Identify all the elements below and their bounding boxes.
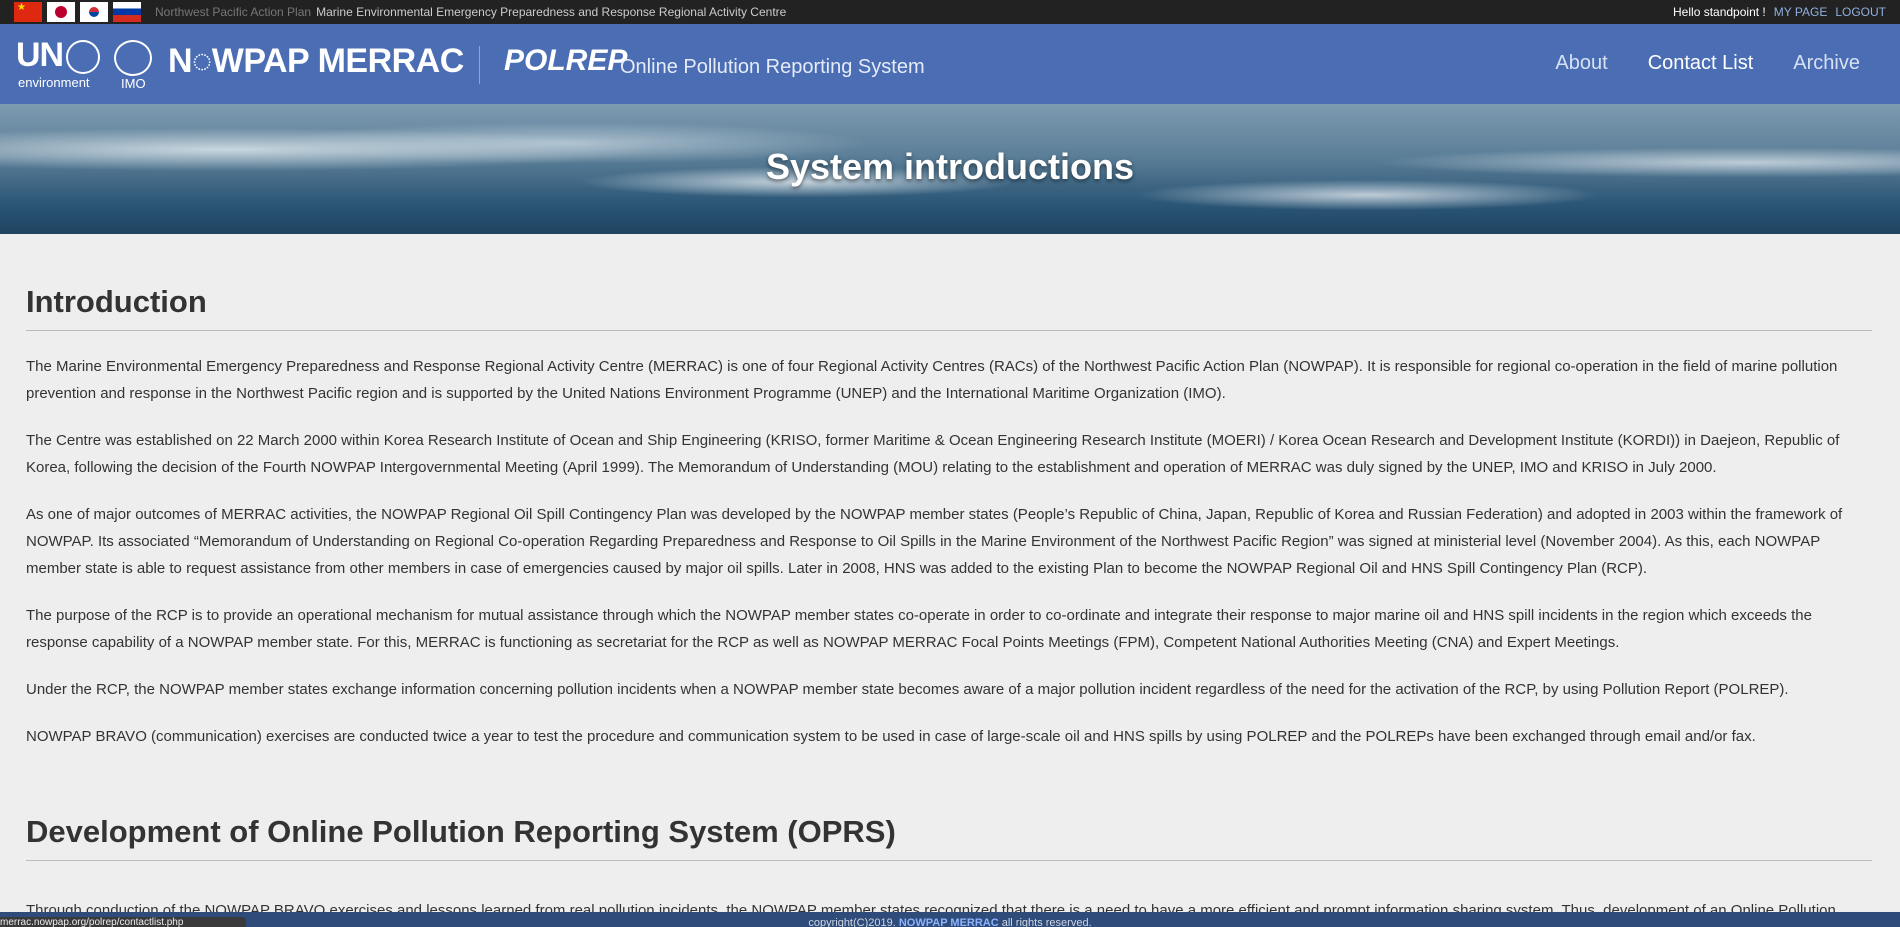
intro-paragraph: The Centre was established on 22 March 2… (26, 432, 1840, 476)
imo-emblem-icon (114, 40, 152, 76)
page-title: System introductions (765, 146, 1135, 187)
intro-paragraph: Under the RCP, the NOWPAP member states … (26, 681, 1789, 698)
intro-paragraph: NOWPAP BRAVO (communication) exercises a… (26, 728, 1756, 745)
china-flag-icon[interactable] (14, 2, 42, 22)
user-area: Hello standpoint ! MY PAGE LOGOUT (1673, 5, 1886, 19)
main-nav: About Contact List Archive (1555, 52, 1900, 75)
polrep-title[interactable]: POLREP (504, 44, 627, 78)
browser-status-url: merrac.nowpap.org/polrep/contactlist.php (0, 917, 246, 927)
section-divider (26, 860, 1872, 861)
site-header: UN environment IMO N◌WPAP MERRAC POLREP … (0, 24, 1900, 104)
my-page-link[interactable]: MY PAGE (1774, 5, 1828, 19)
intro-paragraph: As one of major outcomes of MERRAC activ… (26, 506, 1843, 577)
introduction-heading: Introduction (26, 284, 207, 319)
greeting: Hello standpoint ! (1673, 5, 1766, 19)
copyright-prefix: copyright(C)2019. (808, 917, 896, 927)
header-divider (479, 46, 480, 84)
oprs-development-heading: Development of Online Pollution Reportin… (26, 814, 896, 849)
hero-banner: System introductions (0, 104, 1900, 234)
un-environment-logo[interactable]: UN environment (16, 38, 102, 90)
language-flags (14, 2, 141, 22)
site-footer: copyright(C)2019. NOWPAP MERRAC all righ… (0, 912, 1900, 927)
section-divider (26, 330, 1872, 331)
introduction-body: The Marine Environmental Emergency Prepa… (26, 353, 1872, 770)
nowpap-merrac-logo[interactable]: N◌WPAP MERRAC (168, 42, 464, 81)
nav-about[interactable]: About (1555, 52, 1607, 75)
intro-paragraph: The purpose of the RCP is to provide an … (26, 607, 1812, 651)
un-logo-subtext: environment (18, 75, 90, 90)
imo-logo-subtext: IMO (121, 76, 146, 91)
plan-name: Northwest Pacific Action Plan (155, 5, 312, 19)
un-logo-text: UN (16, 36, 64, 74)
nav-archive[interactable]: Archive (1793, 52, 1860, 75)
intro-paragraph: The Marine Environmental Emergency Prepa… (26, 358, 1838, 402)
footer-brand-link[interactable]: NOWPAP MERRAC (899, 917, 999, 927)
nav-contact-list[interactable]: Contact List (1648, 52, 1754, 75)
imo-logo[interactable]: IMO (112, 38, 156, 91)
system-subtitle: Online Pollution Reporting System (620, 56, 925, 78)
centre-name: Marine Environmental Emergency Preparedn… (316, 5, 787, 19)
japan-flag-icon[interactable] (47, 2, 75, 22)
copyright-suffix: all rights reserved. (1001, 917, 1092, 927)
logout-link[interactable]: LOGOUT (1835, 5, 1886, 19)
russia-flag-icon[interactable] (113, 2, 141, 22)
top-bar: Northwest Pacific Action Plan Marine Env… (0, 0, 1900, 24)
un-emblem-icon (66, 40, 100, 74)
korea-flag-icon[interactable] (80, 2, 108, 22)
